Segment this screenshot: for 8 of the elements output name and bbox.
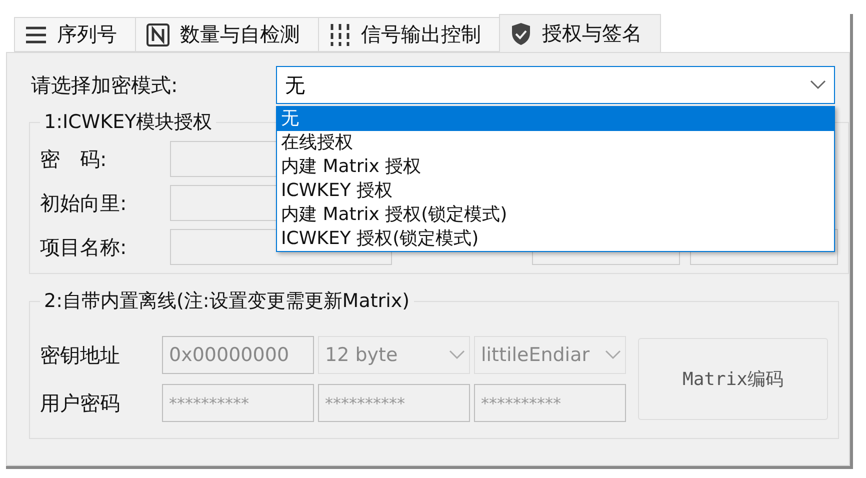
field-label: 用户密码 xyxy=(40,390,121,416)
group-title: 2:自带内置离线(注:设置变更需更新Matrix) xyxy=(43,289,411,314)
mode-label: 请选择加密模式: xyxy=(31,72,178,98)
field-label: 项目名称: xyxy=(40,234,128,260)
field-label: 密 码: xyxy=(40,146,108,172)
field-label: 密钥地址 xyxy=(40,342,121,368)
field-label: 初始向里: xyxy=(40,190,128,216)
group-title: 1:ICWKEY模块授权 xyxy=(43,110,214,135)
